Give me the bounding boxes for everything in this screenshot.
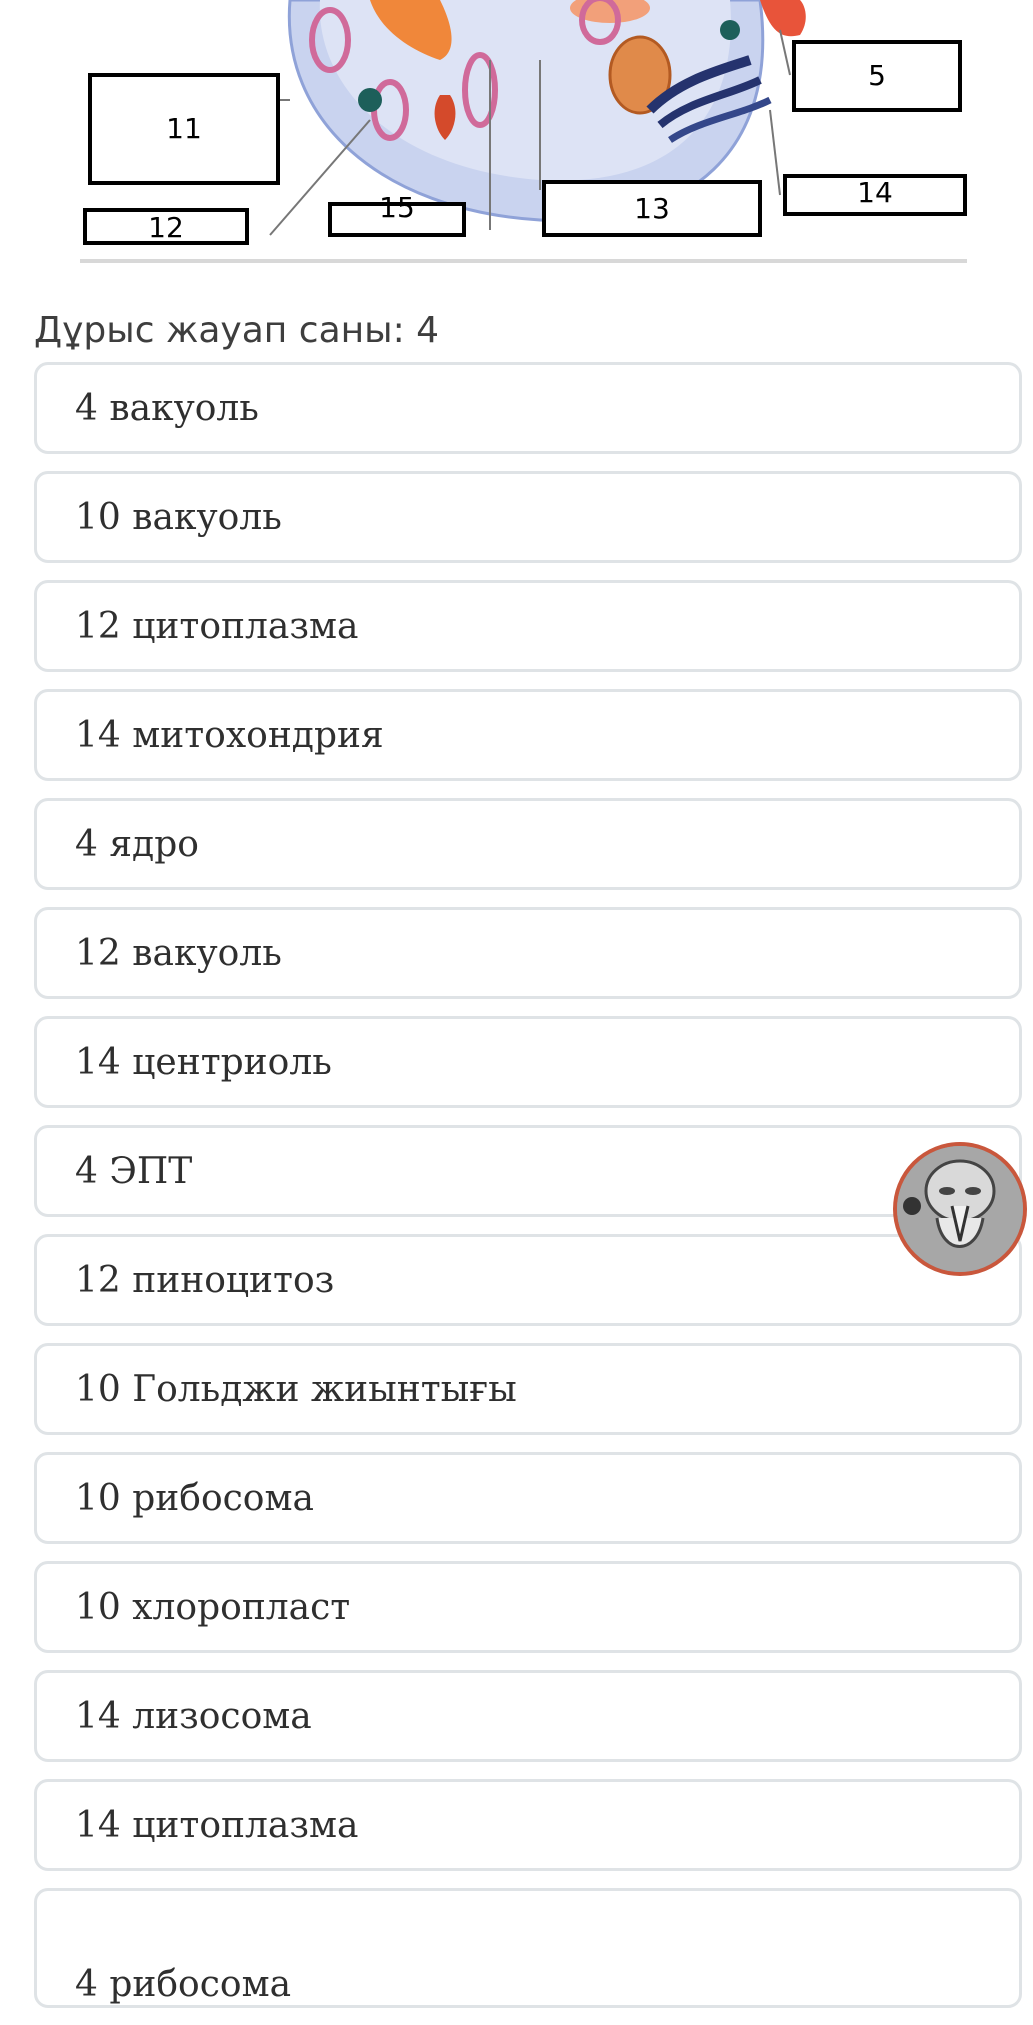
answer-option[interactable]: 14 цитоплазма bbox=[34, 1779, 1022, 1871]
label-box-12: 12 bbox=[83, 208, 249, 245]
answer-count-label: Дұрыс жауап саны: 4 bbox=[34, 310, 440, 351]
answer-option[interactable]: 10 вакуоль bbox=[34, 471, 1022, 563]
answer-option[interactable]: 10 рибосома bbox=[34, 1452, 1022, 1544]
answer-option[interactable]: 14 центриоль bbox=[34, 1016, 1022, 1108]
answer-option[interactable]: 12 вакуоль bbox=[34, 907, 1022, 999]
answer-option[interactable]: 12 пиноцитоз bbox=[34, 1234, 1022, 1326]
avatar[interactable] bbox=[893, 1142, 1027, 1276]
answer-option[interactable]: 14 лизосома bbox=[34, 1670, 1022, 1762]
label-box-14: 14 bbox=[783, 174, 967, 216]
answer-option[interactable]: 4 вакуоль bbox=[34, 362, 1022, 454]
answer-option[interactable]: 4 ЭПТ bbox=[34, 1125, 1022, 1217]
label-box-11: 11 bbox=[88, 73, 280, 185]
answer-option[interactable]: 4 рибосома bbox=[34, 1888, 1022, 2008]
avatar-image-icon bbox=[897, 1146, 1023, 1272]
answer-option[interactable]: 10 Гольджи жиынтығы bbox=[34, 1343, 1022, 1435]
label-box-15: 15 bbox=[328, 194, 466, 237]
answer-option[interactable]: 12 цитоплазма bbox=[34, 580, 1022, 672]
cell-diagram: 5 11 12 15 13 14 bbox=[80, 0, 967, 263]
answer-option[interactable]: 14 митохондрия bbox=[34, 689, 1022, 781]
answer-option[interactable]: 4 ядро bbox=[34, 798, 1022, 890]
answer-options-list: 4 вакуоль 10 вакуоль 12 цитоплазма 14 ми… bbox=[34, 362, 1022, 2025]
label-box-5: 5 bbox=[792, 40, 962, 112]
answer-option[interactable]: 10 хлоропласт bbox=[34, 1561, 1022, 1653]
label-box-13: 13 bbox=[542, 180, 762, 237]
